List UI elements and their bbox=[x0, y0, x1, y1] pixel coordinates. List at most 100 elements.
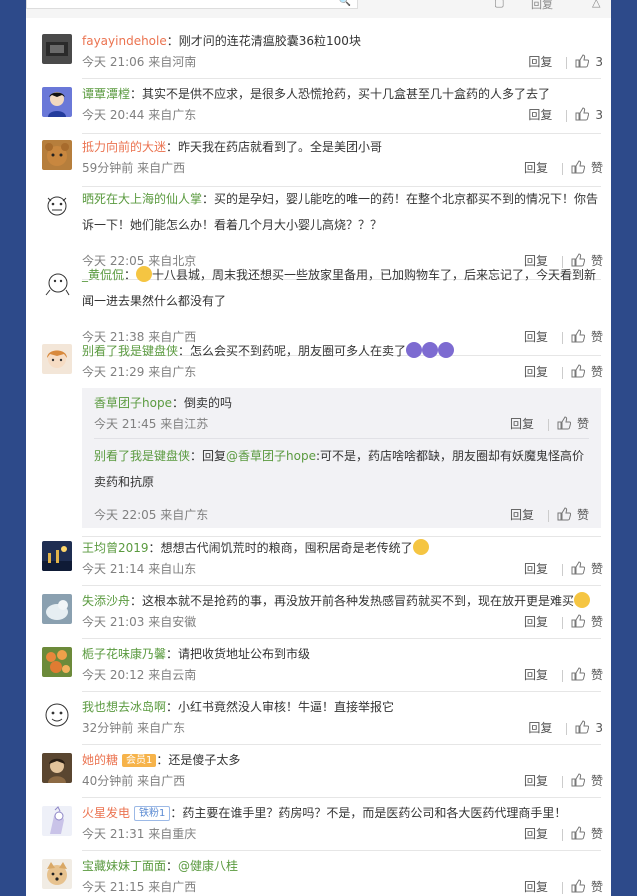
like-button[interactable]: 赞 bbox=[557, 416, 589, 432]
member-badge[interactable]: 会员1 bbox=[122, 754, 157, 767]
comment-text-line: 火星发电 铁粉1 ：药主要在谁手里？药房吗？不是，而是医药公司和各大医药代理商手里！ bbox=[82, 806, 567, 821]
comment-actions: 回复 赞 bbox=[524, 667, 603, 683]
username[interactable]: 别看了我是键盘侠 bbox=[82, 344, 178, 358]
username[interactable]: 她的糖 bbox=[82, 753, 118, 767]
username[interactable]: 香草团子hope bbox=[94, 396, 172, 410]
like-button[interactable]: 赞 bbox=[571, 773, 603, 789]
like-count: 3 bbox=[595, 721, 603, 735]
avatar[interactable] bbox=[42, 753, 72, 783]
thumbs-up-icon bbox=[571, 561, 586, 575]
reply-button[interactable]: 回复 bbox=[524, 364, 548, 380]
reply-button[interactable]: 回复 bbox=[524, 879, 548, 895]
top-share-icon[interactable]: ▢ bbox=[494, 0, 504, 9]
avatar[interactable] bbox=[42, 192, 72, 222]
reply-button[interactable]: 回复 bbox=[528, 720, 552, 736]
avatar[interactable] bbox=[42, 140, 72, 170]
avatar[interactable] bbox=[42, 541, 72, 571]
thumbs-up-icon bbox=[575, 107, 590, 121]
like-button[interactable]: 赞 bbox=[571, 667, 603, 683]
username[interactable]: _黄侃侃 bbox=[82, 268, 124, 282]
reply-button[interactable]: 回复 bbox=[524, 160, 548, 176]
like-button[interactable]: 赞 bbox=[571, 561, 603, 577]
username[interactable]: 我也想去冰岛啊 bbox=[82, 700, 166, 714]
comment-actions: 回复 赞 bbox=[510, 507, 589, 523]
comment-text: 这根本就不是抢药的事，再没放开前各种发热感冒药就买不到，现在放开更是难买 bbox=[142, 594, 575, 608]
avatar[interactable] bbox=[42, 268, 72, 298]
comment-meta: 今天 21:45 来自江苏 bbox=[94, 417, 209, 431]
avatar[interactable] bbox=[42, 700, 72, 730]
like-button[interactable]: 赞 bbox=[571, 879, 603, 895]
username[interactable]: 失添沙舟 bbox=[82, 594, 130, 608]
search-box[interactable]: 🔍 bbox=[26, 0, 358, 9]
username[interactable]: fayayindehole bbox=[82, 34, 167, 48]
fan-badge[interactable]: 铁粉1 bbox=[134, 806, 171, 821]
emoji-icon bbox=[438, 342, 455, 358]
avatar[interactable] bbox=[42, 859, 72, 889]
like-count: 3 bbox=[595, 108, 603, 122]
username[interactable]: 抵力向前的大迷 bbox=[82, 140, 166, 154]
comment-text: 刚才问的连花清瘟胶囊36粒100块 bbox=[178, 34, 361, 48]
like-button[interactable]: 赞 bbox=[571, 160, 603, 176]
comment-text: 十八县城，周末我还想买一些放家里备用，已加购物车了，后来忘记了，今天看到新闻一进… bbox=[82, 268, 597, 308]
avatar[interactable] bbox=[42, 344, 72, 374]
like-button[interactable]: 3 bbox=[575, 107, 603, 123]
like-button[interactable]: 赞 bbox=[571, 364, 603, 380]
like-button[interactable]: 赞 bbox=[571, 826, 603, 842]
thumbs-up-icon bbox=[575, 720, 590, 734]
reply-button[interactable]: 回复 bbox=[524, 773, 548, 789]
reply-button[interactable]: 回复 bbox=[510, 507, 534, 523]
thumbs-up-icon bbox=[557, 416, 572, 430]
like-button[interactable]: 赞 bbox=[571, 614, 603, 630]
comment-text: 昨天我在药店就看到了。全是美团小哥 bbox=[178, 140, 383, 154]
reply-button[interactable]: 回复 bbox=[528, 107, 552, 123]
like-count: 赞 bbox=[576, 508, 589, 522]
reply-thread: 香草团子hope：倒卖的吗 今天 21:45 来自江苏 回复赞 别看了我是键盘侠… bbox=[82, 388, 601, 528]
username[interactable]: 栀子花味康乃馨 bbox=[82, 647, 166, 661]
like-count: 赞 bbox=[590, 668, 603, 682]
comment-actions: 回复 赞 bbox=[524, 614, 603, 630]
mention-link[interactable]: @健康八桂 bbox=[178, 859, 238, 873]
comment-text-line: 香草团子hope：倒卖的吗 bbox=[94, 396, 232, 410]
username[interactable]: 晒死在大上海的仙人掌 bbox=[82, 192, 202, 206]
comment-actions: 回复 3 bbox=[528, 720, 603, 736]
username[interactable]: 别看了我是键盘侠 bbox=[94, 449, 190, 463]
reply-button[interactable]: 回复 bbox=[524, 561, 548, 577]
reply-button[interactable]: 回复 bbox=[528, 54, 552, 70]
like-count: 赞 bbox=[576, 417, 589, 431]
username[interactable]: 谭覃潭樘 bbox=[82, 87, 130, 101]
username[interactable]: 火星发电 bbox=[82, 806, 130, 820]
divider bbox=[82, 78, 601, 79]
comment-text-line: 别看了我是键盘侠：怎么会买不到药呢，朋友圈可多人在卖了 bbox=[82, 338, 601, 364]
comment-actions: 回复 赞 bbox=[524, 773, 603, 789]
like-button[interactable]: 3 bbox=[575, 720, 603, 736]
emoji-icon bbox=[406, 342, 423, 358]
comment-text: 倒卖的吗 bbox=[183, 396, 232, 410]
avatar[interactable] bbox=[42, 87, 72, 117]
avatar[interactable] bbox=[42, 647, 72, 677]
avatar[interactable] bbox=[42, 34, 72, 64]
thumbs-up-icon bbox=[571, 160, 586, 174]
username[interactable]: 王均曾2019 bbox=[82, 541, 149, 555]
reply-button[interactable]: 回复 bbox=[524, 667, 548, 683]
like-count: 赞 bbox=[590, 161, 603, 175]
search-icon[interactable]: 🔍 bbox=[339, 0, 351, 7]
like-button[interactable]: 赞 bbox=[557, 507, 589, 523]
mention-link[interactable]: @香草团子hope bbox=[226, 449, 316, 463]
thumbs-up-icon bbox=[571, 614, 586, 628]
comment-text: 怎么会买不到药呢，朋友圈可多人在卖了 bbox=[190, 344, 407, 358]
divider bbox=[82, 691, 601, 692]
top-reply-label[interactable]: 回复 bbox=[531, 0, 553, 12]
reply-button[interactable]: 回复 bbox=[524, 614, 548, 630]
comment-text-line: 晒死在大上海的仙人掌：买的是孕妇，婴儿能吃的唯一的药！在整个北京都买不到的情况下… bbox=[82, 192, 599, 232]
avatar[interactable] bbox=[42, 594, 72, 624]
reply-button[interactable]: 回复 bbox=[524, 826, 548, 842]
like-count: 赞 bbox=[590, 774, 603, 788]
divider bbox=[82, 638, 601, 639]
username[interactable]: 宝藏妹妹丁面面 bbox=[82, 859, 166, 873]
like-button[interactable]: 3 bbox=[575, 54, 603, 70]
comment-text-line: 栀子花味康乃馨：请把收货地址公布到市级 bbox=[82, 647, 311, 661]
avatar[interactable] bbox=[42, 806, 72, 836]
like-count: 赞 bbox=[590, 880, 603, 894]
reply-button[interactable]: 回复 bbox=[510, 416, 534, 432]
top-like-icon[interactable]: △ bbox=[592, 0, 600, 9]
